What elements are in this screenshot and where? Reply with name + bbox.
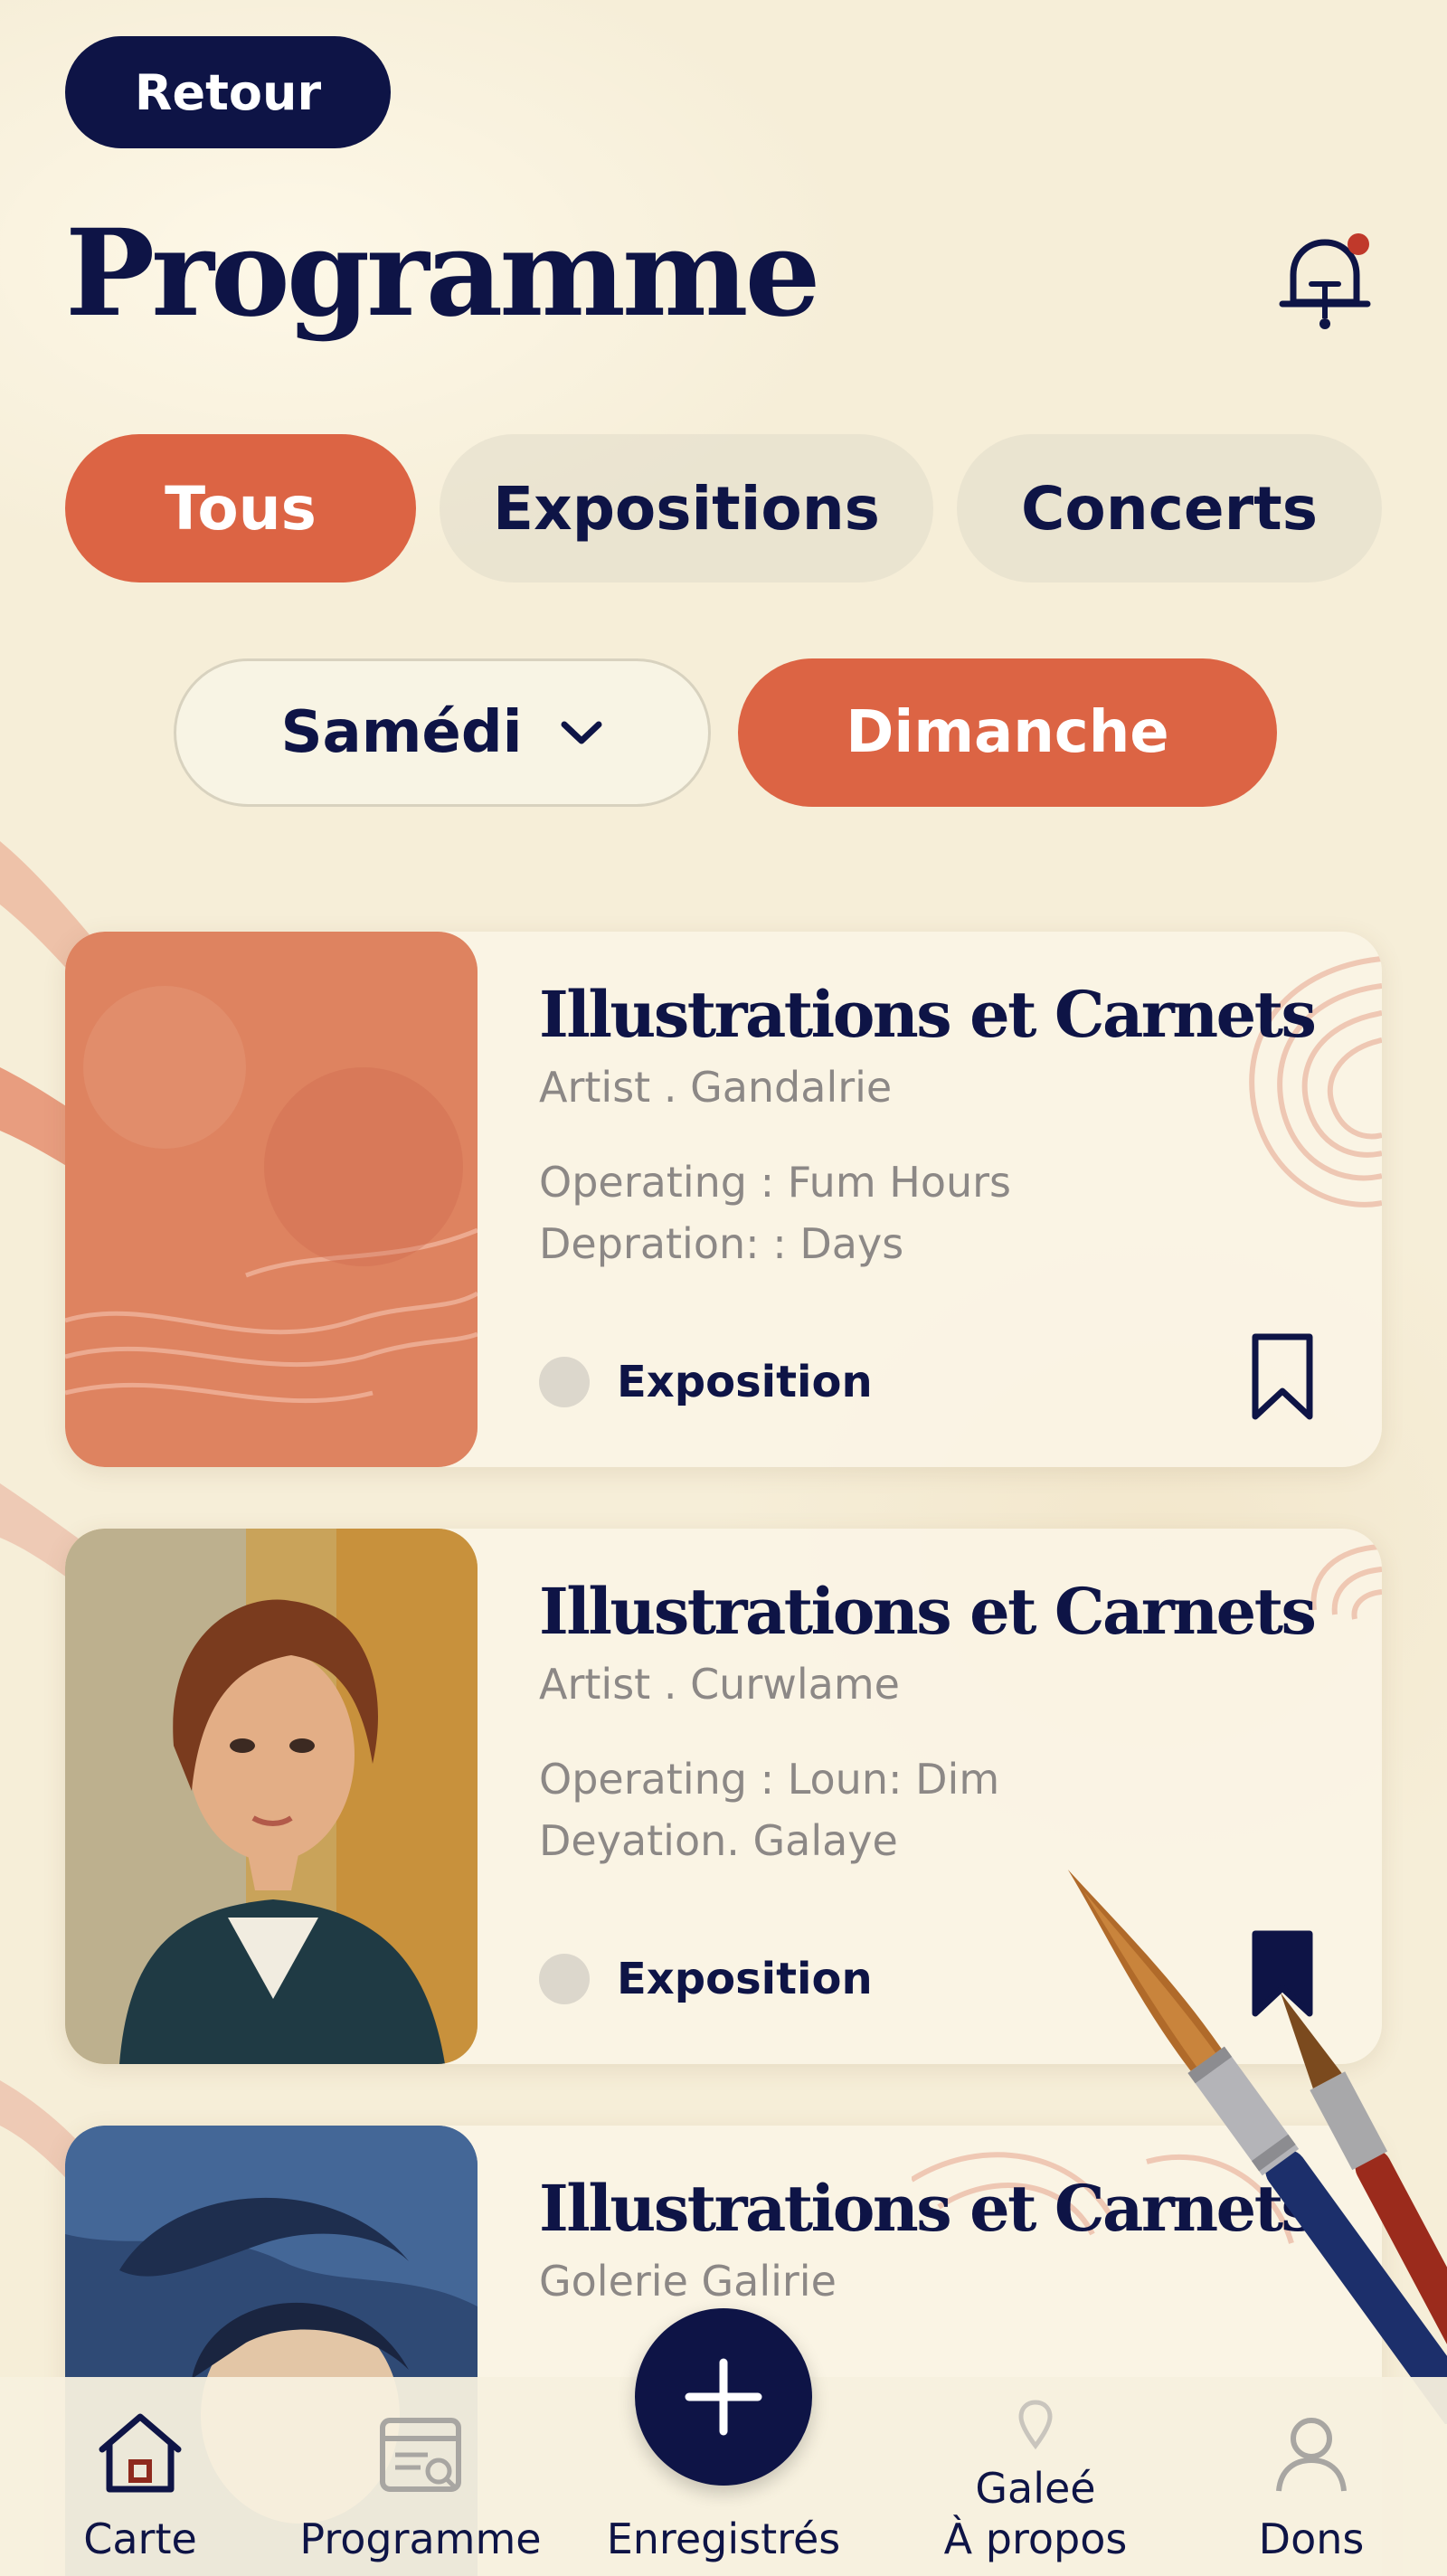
user-icon xyxy=(1276,2418,1347,2492)
tab-concerts[interactable]: Concerts xyxy=(957,434,1382,582)
bookmark-icon[interactable] xyxy=(1250,1331,1315,1422)
nav-programme[interactable]: Programme xyxy=(289,2377,552,2576)
event-hours: Operating : Fum Hours xyxy=(539,1158,1012,1207)
event-card[interactable]: Illustrations et Carnets Artist . Gandal… xyxy=(65,932,1382,1467)
calendar-search-icon xyxy=(380,2418,461,2492)
page-title: Programme xyxy=(65,204,821,344)
nav-a-propos-label: À propos xyxy=(943,2514,1128,2563)
event-tag: Exposition xyxy=(539,1954,873,2004)
day-samedi-dropdown[interactable]: Samédi xyxy=(174,658,711,807)
nav-programme-label: Programme xyxy=(299,2514,542,2563)
event-title: Illustrations et Carnets xyxy=(539,977,1317,1052)
add-button[interactable] xyxy=(635,2308,812,2486)
notification-bell-icon[interactable] xyxy=(1275,228,1375,336)
event-thumbnail xyxy=(65,932,478,1467)
plus-icon xyxy=(685,2358,762,2436)
tab-tous[interactable]: Tous xyxy=(65,434,416,582)
tag-dot-icon xyxy=(539,1357,590,1407)
event-artist: Artist . Gandalrie xyxy=(539,1063,893,1112)
event-info: Illustrations et Carnets Artist . Gandal… xyxy=(539,932,1346,1274)
nav-enregistres-label: Enregistrés xyxy=(606,2514,841,2563)
event-tag-label: Exposition xyxy=(617,1954,873,2004)
nav-carte-label: Carte xyxy=(83,2514,197,2563)
chevron-down-icon xyxy=(561,721,602,744)
nav-dons[interactable]: Dons xyxy=(1230,2377,1393,2576)
nav-dons-label: Dons xyxy=(1258,2514,1365,2563)
nav-carte[interactable]: Carte xyxy=(50,2377,231,2576)
category-tabs: Tous Expositions Concerts xyxy=(65,434,1382,582)
day-selector: Samédi Dimanche xyxy=(174,658,1277,807)
tab-expositions[interactable]: Expositions xyxy=(440,434,933,582)
tag-dot-icon xyxy=(539,1954,590,2004)
pin-icon xyxy=(1018,2400,1053,2450)
event-thumbnail xyxy=(65,1529,478,2064)
event-artist: Artist . Curwlame xyxy=(539,1660,900,1709)
event-duration: Depration: : Days xyxy=(539,1219,904,1268)
home-icon xyxy=(99,2413,182,2493)
event-tag: Exposition xyxy=(539,1357,873,1407)
event-tag-label: Exposition xyxy=(617,1357,873,1407)
nav-galerie-label: Galeé xyxy=(975,2464,1096,2513)
nav-a-propos[interactable]: Galeé À propos xyxy=(927,2377,1144,2576)
back-button[interactable]: Retour xyxy=(65,36,391,148)
day-dimanche-button[interactable]: Dimanche xyxy=(738,658,1277,807)
paintbrush-decoration xyxy=(1067,1869,1447,2424)
event-title: Illustrations et Carnets xyxy=(539,1574,1317,1649)
day-samedi-label: Samédi xyxy=(280,699,523,766)
